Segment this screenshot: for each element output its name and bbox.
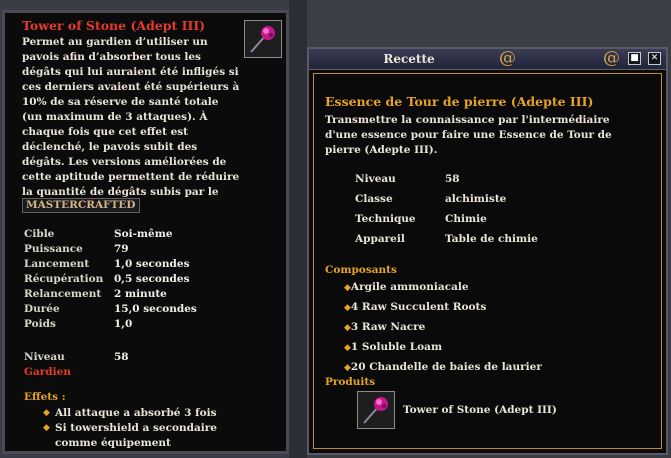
bullet-icon: ◆ [43, 423, 50, 433]
background-strip [289, 0, 307, 458]
product-name: Tower of Stone (Adept III) [403, 404, 557, 416]
stat-label: Durée [24, 303, 60, 315]
component-item: ◆3 Raw Nacre [344, 321, 426, 333]
recipe-name: Essence de Tour de pierre (Adepte III) [325, 94, 594, 109]
components-list: ◆Argile ammoniacale ◆4 Raw Succulent Roo… [344, 280, 542, 380]
class-name: Gardien [24, 366, 71, 378]
stat-value: 1,0 [114, 318, 133, 330]
recipe-body: Essence de Tour de pierre (Adepte III) T… [313, 73, 662, 449]
window-title: Recette [383, 52, 435, 66]
close-icon[interactable]: ✕ [648, 52, 661, 65]
window-titlebar[interactable]: Recette @ @ ■ ✕ [309, 49, 666, 70]
background-top [307, 0, 671, 47]
recipe-description: Transmettre la connaissance par l'interm… [325, 114, 612, 156]
products-heading: Produits [325, 376, 376, 388]
stat-value: 15,0 secondes [114, 303, 197, 315]
level-label: Niveau [24, 351, 65, 363]
stat-value: 79 [114, 243, 129, 255]
stat-row: Relancement 2 minute [24, 287, 197, 302]
stat-label: Poids [24, 318, 56, 330]
detail-row: Technique Chimie [355, 213, 487, 225]
stat-row: Durée 15,0 secondes [24, 302, 197, 317]
stat-row: Cible Soi-même [24, 227, 197, 242]
bullet-icon: ◆ [344, 283, 351, 293]
stat-value: 2 minute [114, 288, 167, 300]
bullet-icon: ◆ [344, 303, 351, 313]
spell-tooltip: Tower of Stone (Adept III) Permet au gar… [2, 10, 289, 454]
component-item: ◆1 Soluble Loam [344, 341, 443, 353]
stat-value: Soi-même [114, 228, 173, 240]
bullet-icon: ◆ [344, 323, 351, 333]
stat-label: Relancement [24, 288, 102, 300]
stat-value: 1,0 secondes [114, 258, 190, 270]
effects-heading: Effets : [24, 391, 66, 403]
stat-row: Poids 1,0 [24, 317, 197, 332]
spell-description: Permet au gardien d’utiliser un pavois a… [22, 36, 240, 213]
stats-list: Cible Soi-même Puissance 79 Lancement 1,0 s… [24, 227, 197, 332]
level-block: Niveau 58 Gardien [24, 350, 129, 380]
effect-item: ◆ Si towershield a secondaire comme équip… [43, 422, 217, 449]
component-item: ◆Argile ammoniacale [344, 281, 469, 293]
component-item: ◆4 Raw Succulent Roots [344, 301, 487, 313]
detail-row: Classe alchimiste [355, 193, 507, 205]
components-heading: Composants [325, 264, 397, 276]
stat-label: Cible [24, 228, 55, 240]
ornament-swirl-icon: @ [499, 48, 516, 68]
pin-icon[interactable]: ■ [628, 52, 641, 65]
detail-row: Appareil Table de chimie [355, 233, 538, 245]
stat-label: Puissance [24, 243, 83, 255]
spell-title: Tower of Stone (Adept III) [22, 18, 206, 33]
recipe-window[interactable]: Recette @ @ ■ ✕ Essence de Tour de pierr… [307, 47, 668, 455]
effects-list: ◆ All attaque a absorbé 3 fois ◆ Si towers… [43, 406, 253, 451]
stat-label: Lancement [24, 258, 90, 270]
recipe-details: Niveau 58 Classe alchimiste Technique Chimi… [355, 172, 538, 252]
stat-label: Récupération [24, 273, 104, 285]
level-value: 58 [114, 351, 129, 363]
ornament-swirl-icon: @ [603, 48, 620, 68]
stat-value: 0,5 secondes [114, 273, 190, 285]
product-shield-spell-icon[interactable] [357, 391, 395, 429]
stat-row: Puissance 79 [24, 242, 197, 257]
effect-item: ◆ All attaque a absorbé 3 fois [43, 407, 217, 419]
stat-row: Lancement 1,0 secondes [24, 257, 197, 272]
mastercrafted-badge: MASTERCRAFTED [22, 198, 140, 213]
detail-row: Niveau 58 [355, 173, 460, 185]
bullet-icon: ◆ [43, 408, 50, 418]
bullet-icon: ◆ [344, 343, 351, 353]
bullet-icon: ◆ [344, 363, 351, 373]
stat-row: Récupération 0,5 secondes [24, 272, 197, 287]
shield-spell-icon [244, 20, 282, 58]
